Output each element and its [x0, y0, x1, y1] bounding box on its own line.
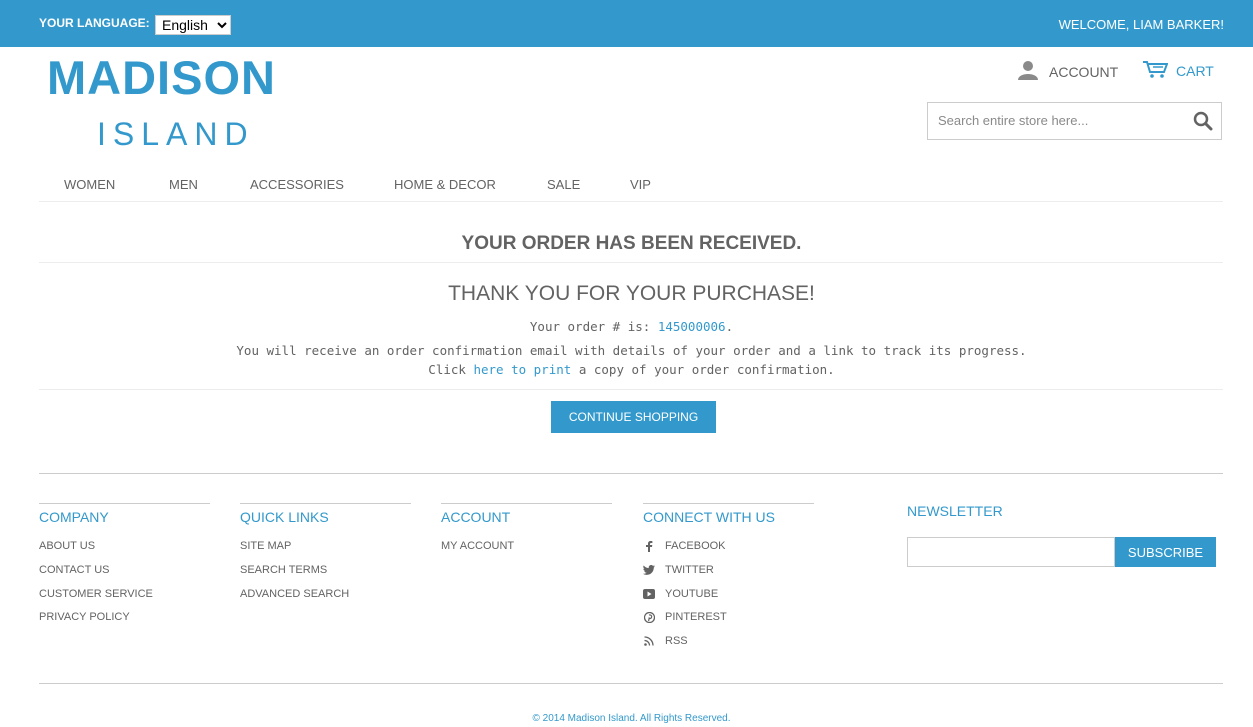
print-prefix: Click: [428, 362, 474, 377]
page-subtitle: THANK YOU FOR YOUR PURCHASE!: [448, 282, 815, 305]
newsletter-email-input[interactable]: [907, 537, 1115, 567]
subscribe-button[interactable]: SUBSCRIBE: [1115, 537, 1216, 567]
pinterest-label: PINTEREST: [665, 611, 727, 623]
footer-link-about-us[interactable]: ABOUT US: [39, 540, 95, 552]
nav-item-vip[interactable]: VIP: [630, 177, 651, 192]
column-divider: [240, 503, 411, 504]
nav-item-sale[interactable]: SALE: [547, 177, 580, 192]
footer-link-pinterest[interactable]: PINTEREST: [643, 611, 727, 623]
order-number-suffix: .: [725, 319, 734, 334]
footer-link-my-account[interactable]: MY ACCOUNT: [441, 540, 514, 552]
footer-link-rss[interactable]: RSS: [643, 635, 688, 647]
print-link[interactable]: here to print: [473, 362, 571, 377]
rss-label: RSS: [665, 635, 688, 647]
footer-column-company: COMPANY ABOUT US CONTACT US CUSTOMER SER…: [39, 503, 210, 623]
footer-heading-connect: CONNECT WITH US: [643, 509, 775, 525]
footer-link-contact-us[interactable]: CONTACT US: [39, 564, 110, 576]
welcome-message: WELCOME, LIAM BARKER!: [1058, 17, 1224, 32]
youtube-icon: [643, 589, 655, 599]
search-icon[interactable]: [1193, 111, 1213, 136]
footer-link-youtube[interactable]: YOUTUBE: [643, 588, 718, 600]
logo-line-2: ISLAND: [97, 116, 255, 152]
nav-item-home-decor[interactable]: HOME & DECOR: [394, 177, 496, 192]
order-number-link[interactable]: 145000006: [658, 319, 726, 334]
language-label: YOUR LANGUAGE:: [39, 16, 150, 30]
order-number-line: Your order # is: 145000006.: [0, 319, 1253, 334]
twitter-label: TWITTER: [665, 564, 714, 576]
column-divider: [39, 503, 210, 504]
main-navigation: WOMEN MEN ACCESSORIES HOME & DECOR SALE …: [39, 177, 1223, 202]
search-input[interactable]: [936, 112, 1180, 129]
footer-heading-account: ACCOUNT: [441, 509, 511, 525]
footer-heading-quick-links: QUICK LINKS: [240, 509, 329, 525]
column-divider: [441, 503, 612, 504]
search-box: [927, 102, 1222, 140]
newsletter-heading: NEWSLETTER: [907, 503, 1003, 519]
footer-link-customer-service[interactable]: CUSTOMER SERVICE: [39, 588, 153, 600]
order-number-prefix: Your order # is:: [529, 319, 658, 334]
cart-link[interactable]: CART: [1142, 60, 1214, 81]
cart-icon: [1142, 60, 1169, 81]
youtube-label: YOUTUBE: [665, 588, 719, 600]
footer-link-facebook[interactable]: FACEBOOK: [643, 540, 726, 552]
facebook-icon: [643, 540, 655, 552]
logo-line-1: MADISON: [47, 51, 276, 104]
footer-bottom-divider: [39, 683, 1223, 684]
twitter-icon: [643, 565, 655, 575]
page-title: YOUR ORDER HAS BEEN RECEIVED.: [461, 233, 802, 254]
footer-link-advanced-search[interactable]: ADVANCED SEARCH: [240, 588, 349, 600]
footer-column-connect: CONNECT WITH US FACEBOOK TWITTER YOUTUBE…: [643, 503, 814, 647]
print-suffix: a copy of your order confirmation.: [571, 362, 835, 377]
rss-icon: [643, 636, 655, 646]
footer-divider: [39, 473, 1223, 474]
pinterest-icon: [643, 611, 655, 623]
footer-column-account: ACCOUNT MY ACCOUNT: [441, 503, 612, 552]
account-link[interactable]: ACCOUNT: [1017, 60, 1118, 83]
footer-heading-company: COMPANY: [39, 509, 109, 525]
divider: [39, 262, 1223, 263]
footer-link-site-map[interactable]: SITE MAP: [240, 540, 291, 552]
footer-column-quick-links: QUICK LINKS SITE MAP SEARCH TERMS ADVANC…: [240, 503, 411, 600]
cart-label: CART: [1176, 62, 1214, 79]
print-line: Click here to print a copy of your order…: [0, 362, 1253, 377]
language-select[interactable]: English: [155, 15, 231, 35]
facebook-label: FACEBOOK: [665, 540, 726, 552]
nav-item-women[interactable]: WOMEN: [64, 177, 115, 192]
continue-shopping-button[interactable]: CONTINUE SHOPPING: [551, 401, 716, 433]
footer-link-privacy-policy[interactable]: PRIVACY POLICY: [39, 611, 130, 623]
newsletter-section: NEWSLETTER: [907, 503, 1003, 519]
top-bar: YOUR LANGUAGE: English WELCOME, LIAM BAR…: [0, 0, 1253, 47]
footer-link-search-terms[interactable]: SEARCH TERMS: [240, 564, 327, 576]
nav-item-accessories[interactable]: ACCESSORIES: [250, 177, 344, 192]
copyright-text: © 2014 Madison Island. All Rights Reserv…: [532, 713, 731, 724]
footer-link-twitter[interactable]: TWITTER: [643, 564, 714, 576]
nav-item-men[interactable]: MEN: [169, 177, 198, 192]
user-icon: [1017, 60, 1039, 83]
column-divider: [643, 503, 814, 504]
divider: [39, 389, 1223, 390]
email-note: You will receive an order confirmation e…: [236, 343, 1027, 358]
account-label: ACCOUNT: [1049, 63, 1119, 80]
